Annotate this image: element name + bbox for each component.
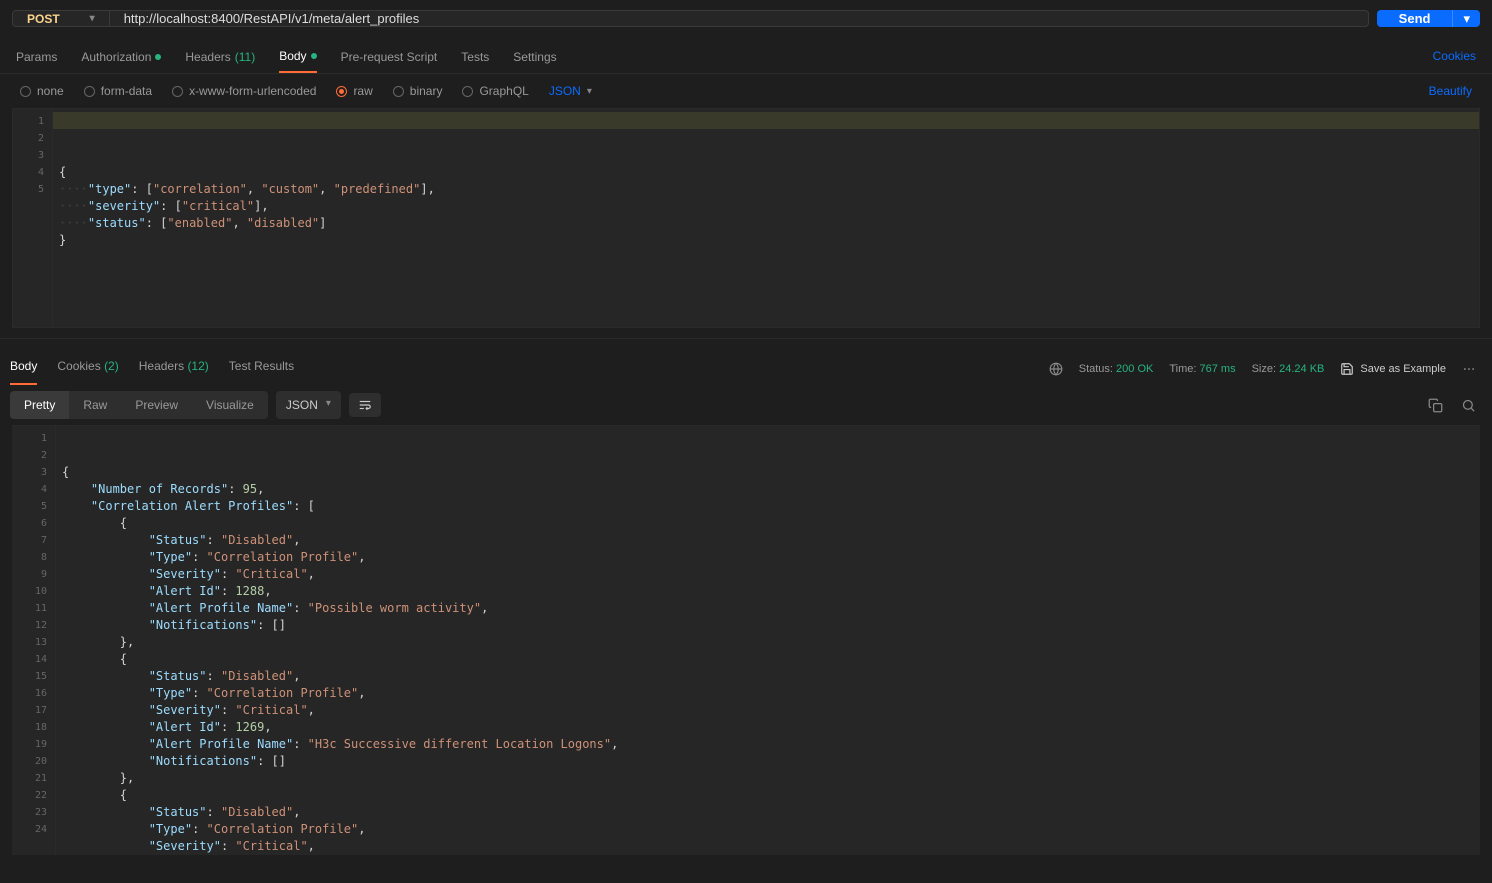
response-format-dropdown[interactable]: JSON▾	[276, 391, 341, 419]
code-area[interactable]: {····"type": ["correlation", "custom", "…	[53, 109, 1479, 327]
method-value: POST	[27, 12, 60, 26]
url-value: http://localhost:8400/RestAPI/v1/meta/al…	[124, 11, 420, 26]
radio-icon	[462, 86, 473, 97]
body-format-dropdown[interactable]: JSON▾	[549, 84, 592, 98]
resp-tab-cookies[interactable]: Cookies (2)	[57, 353, 118, 385]
current-line-highlight	[53, 112, 1479, 129]
wrap-lines-button[interactable]	[349, 393, 381, 417]
size-value: 24.24 KB	[1279, 363, 1324, 375]
size-label: Size: 24.24 KB	[1252, 363, 1325, 375]
request-body-editor[interactable]: 12345 {····"type": ["correlation", "cust…	[12, 108, 1480, 328]
status-dot-icon	[311, 53, 317, 59]
tab-headers[interactable]: Headers (11)	[185, 41, 255, 73]
view-mode-group: Pretty Raw Preview Visualize	[10, 391, 268, 419]
tab-params[interactable]: Params	[16, 41, 57, 73]
globe-icon[interactable]	[1049, 362, 1063, 376]
radio-icon	[20, 86, 31, 97]
resp-tab-headers[interactable]: Headers (12)	[139, 353, 209, 385]
chevron-down-icon: ▾	[587, 86, 592, 97]
tab-settings[interactable]: Settings	[513, 41, 556, 73]
radio-icon	[336, 86, 347, 97]
view-mode-raw[interactable]: Raw	[69, 391, 121, 419]
status-label: Status: 200 OK	[1079, 363, 1154, 375]
save-as-example-button[interactable]: Save as Example	[1340, 362, 1446, 376]
view-mode-visualize[interactable]: Visualize	[192, 391, 268, 419]
save-icon	[1340, 362, 1354, 376]
more-icon[interactable]	[1462, 362, 1476, 376]
beautify-link[interactable]: Beautify	[1429, 84, 1472, 98]
chevron-down-icon: ▾	[326, 398, 331, 412]
response-body-editor[interactable]: 123456789101112131415161718192021222324 …	[12, 425, 1480, 855]
time-value: 767 ms	[1200, 363, 1236, 375]
chevron-down-icon: ▾	[90, 13, 95, 24]
body-type-xwww[interactable]: x-www-form-urlencoded	[172, 84, 316, 98]
resp-tab-body[interactable]: Body	[10, 353, 37, 385]
resp-tab-testresults[interactable]: Test Results	[229, 353, 294, 385]
body-type-formdata[interactable]: form-data	[84, 84, 152, 98]
view-mode-preview[interactable]: Preview	[121, 391, 192, 419]
body-type-graphql[interactable]: GraphQL	[462, 84, 528, 98]
radio-icon	[393, 86, 404, 97]
send-button[interactable]: Send	[1377, 10, 1453, 27]
body-type-none[interactable]: none	[20, 84, 64, 98]
send-dropdown[interactable]: ▾	[1452, 10, 1480, 27]
tab-prerequest[interactable]: Pre-request Script	[341, 41, 438, 73]
status-value: 200 OK	[1116, 363, 1153, 375]
line-gutter: 123456789101112131415161718192021222324	[12, 426, 56, 855]
body-type-raw[interactable]: raw	[336, 84, 372, 98]
tab-authorization[interactable]: Authorization	[81, 41, 161, 73]
status-dot-icon	[155, 54, 161, 60]
url-input[interactable]: http://localhost:8400/RestAPI/v1/meta/al…	[110, 11, 1368, 26]
send-button-group: Send ▾	[1377, 10, 1480, 27]
view-mode-pretty[interactable]: Pretty	[10, 391, 69, 419]
method-url-bar: POST ▾ http://localhost:8400/RestAPI/v1/…	[12, 10, 1369, 27]
tab-tests[interactable]: Tests	[461, 41, 489, 73]
chevron-down-icon: ▾	[1463, 11, 1470, 27]
cookies-link[interactable]: Cookies	[1433, 41, 1476, 73]
line-gutter: 12345	[13, 109, 53, 327]
radio-icon	[172, 86, 183, 97]
search-icon[interactable]	[1461, 398, 1476, 413]
method-select[interactable]: POST ▾	[13, 11, 110, 26]
copy-icon[interactable]	[1428, 398, 1443, 413]
code-area[interactable]: { "Number of Records": 95, "Correlation …	[56, 426, 1480, 855]
tab-body[interactable]: Body	[279, 41, 316, 73]
radio-icon	[84, 86, 95, 97]
time-label: Time: 767 ms	[1169, 363, 1235, 375]
body-type-binary[interactable]: binary	[393, 84, 443, 98]
